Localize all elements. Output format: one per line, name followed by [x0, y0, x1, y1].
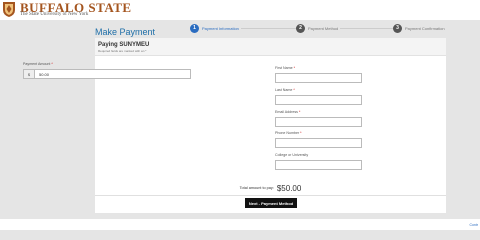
payment-amount-input[interactable] [35, 70, 190, 78]
email-label: Email Address * [275, 110, 301, 114]
total-value: $50.00 [276, 183, 302, 193]
page-footer: Contr [0, 219, 480, 230]
total-row: Total amount to pay: $50.00 [95, 182, 446, 194]
step-label: Payment Confirmation [405, 25, 445, 31]
form-heading: Paying SUNYMEU [98, 42, 150, 48]
first-name-input[interactable] [275, 73, 362, 83]
college-label: College or University [275, 153, 309, 157]
first-name-label: First Name * [275, 66, 295, 70]
form-divider [95, 195, 446, 196]
step-number: 1 [190, 23, 199, 33]
footer-contact-link[interactable]: Contr [469, 223, 478, 227]
shield-logo-icon [3, 2, 15, 17]
page-title: Make Payment [95, 27, 156, 37]
step-payment-information: 1 Payment Information [190, 23, 241, 33]
site-subtitle: The State University of New York [20, 12, 89, 17]
site-header: BUFFALO STATE The State University of Ne… [0, 0, 480, 20]
college-input[interactable] [275, 160, 362, 170]
next-payment-method-button[interactable]: Next - Payment Method [245, 198, 297, 208]
step-label: Payment Method [308, 25, 339, 31]
step-payment-method: 2 Payment Method [296, 23, 341, 33]
form-header: Paying SUNYMEU Required fields are marke… [95, 38, 446, 56]
payment-amount-field: $ [23, 69, 191, 79]
total-label: Total amount to pay: [239, 186, 274, 190]
phone-input[interactable] [275, 138, 362, 148]
currency-addon: $ [24, 70, 35, 78]
phone-label: Phone Number * [275, 131, 302, 135]
required-note: Required fields are marked with an * [98, 49, 147, 53]
last-name-label: Last Name * [275, 88, 295, 92]
step-payment-confirmation: 3 Payment Confirmation [393, 23, 447, 33]
payment-amount-label: Payment Amount * [23, 62, 53, 66]
step-number: 2 [296, 23, 305, 33]
step-label: Payment Information [202, 25, 239, 31]
last-name-input[interactable] [275, 95, 362, 105]
email-input[interactable] [275, 117, 362, 127]
step-number: 3 [393, 23, 402, 33]
